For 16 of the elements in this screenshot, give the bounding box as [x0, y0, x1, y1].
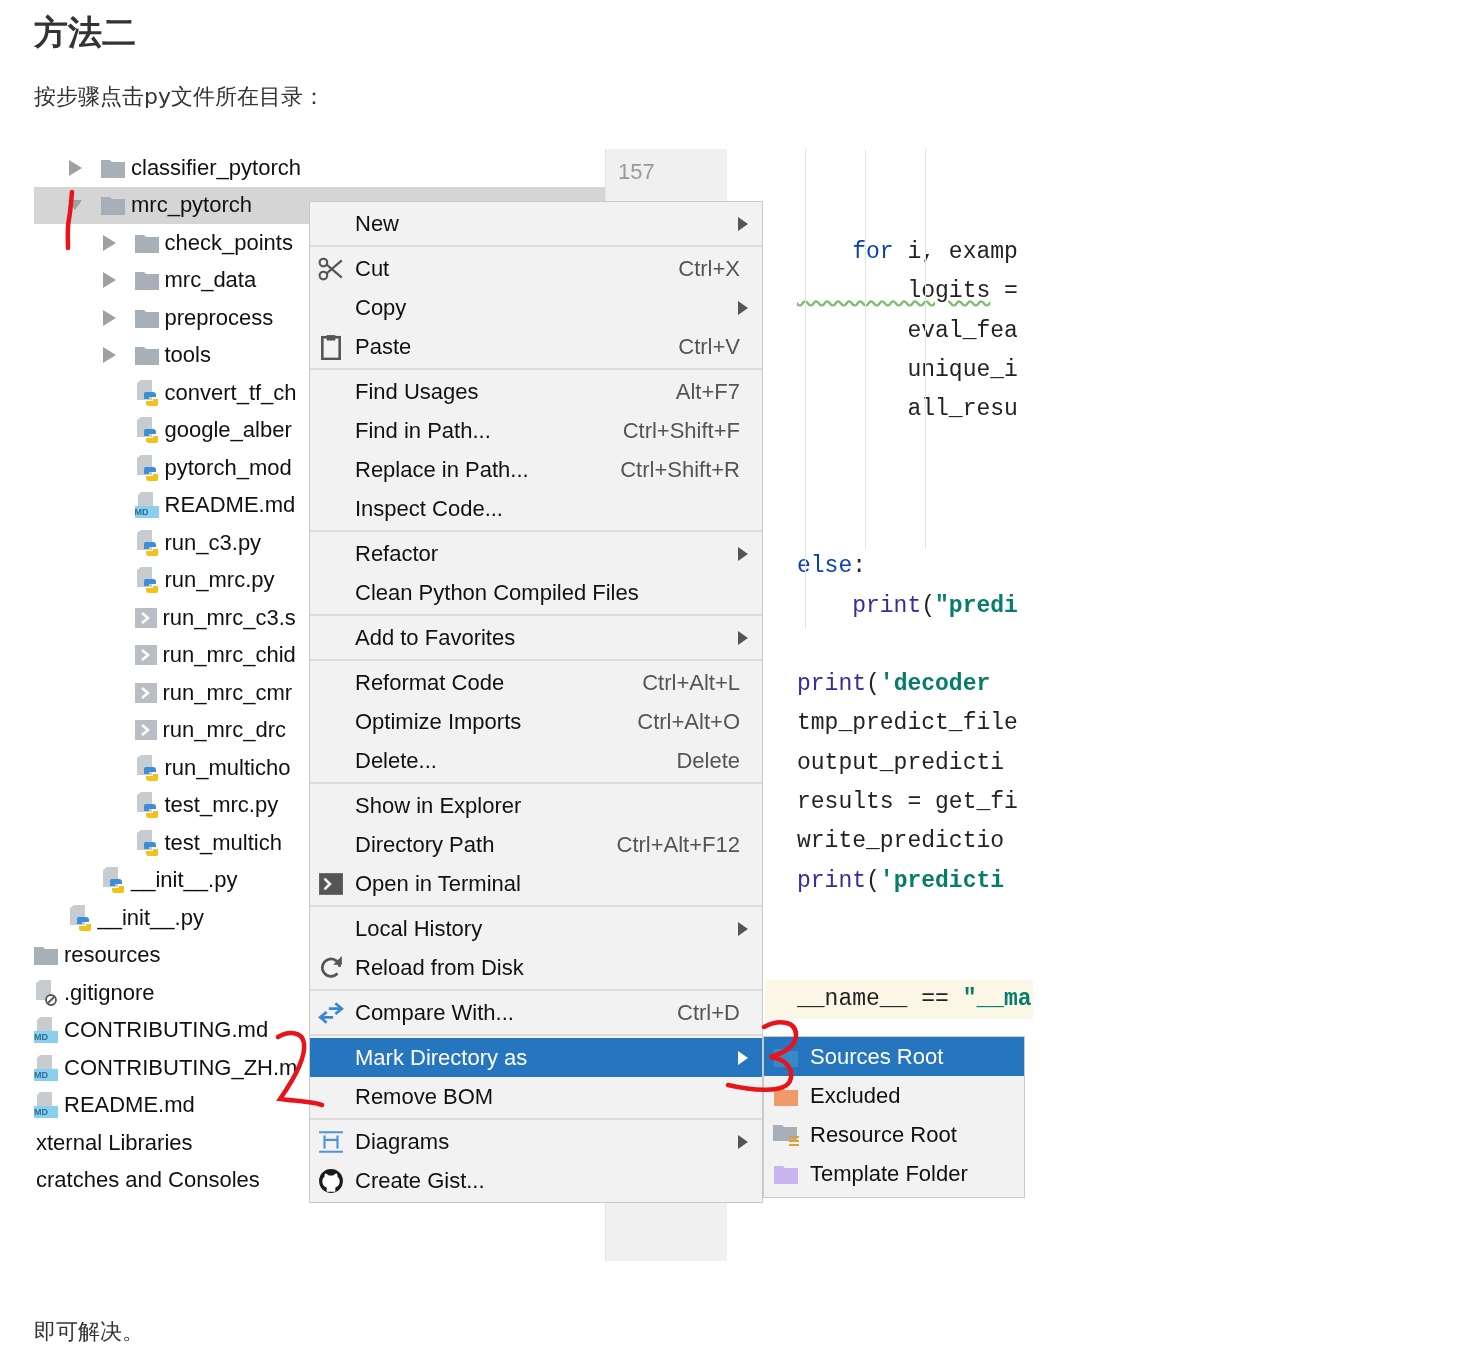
code-line: results = get_fi — [796, 787, 1019, 817]
code-line: unique_i — [906, 355, 1019, 385]
code-line: tmp_predict_file — [796, 709, 1019, 739]
code-line: print('predicti — [796, 866, 1006, 896]
code-line: output_predicti — [796, 748, 1006, 778]
code-line: print("predi — [851, 591, 1019, 621]
line-number: 157 — [618, 159, 655, 184]
closing-text: 即可解决。 — [34, 1318, 145, 1346]
code-line: write_predictio — [796, 827, 1006, 857]
code-line: logits = — [906, 277, 1019, 307]
section-heading: 方法二 — [34, 11, 137, 54]
code-line: all_resu — [906, 395, 1019, 425]
code-line: print('decoder — [796, 670, 992, 700]
instruction-text: 按步骤点击py文件所在目录： — [34, 83, 326, 111]
code-line: eval_fea — [906, 316, 1019, 346]
code-line: else: — [796, 552, 868, 582]
